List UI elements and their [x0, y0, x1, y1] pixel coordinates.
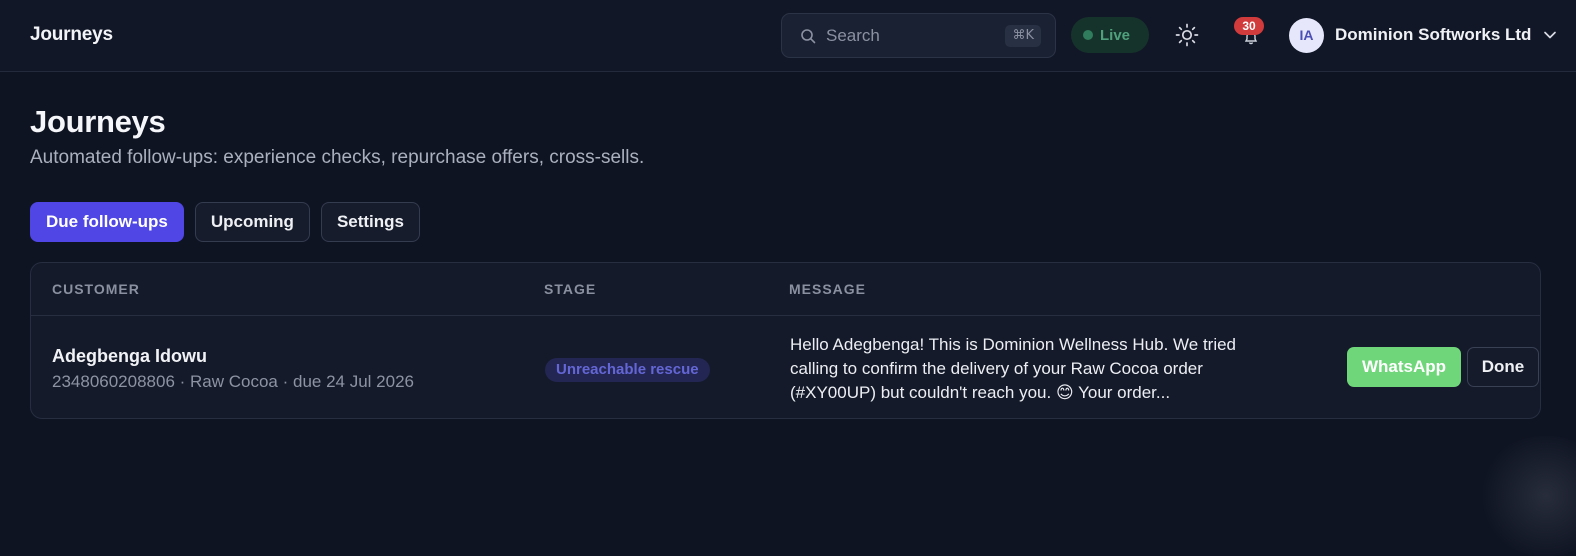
tab-due-follow-ups[interactable]: Due follow-ups [30, 202, 184, 242]
search-input[interactable] [826, 24, 986, 48]
brand-title[interactable]: Journeys [30, 24, 113, 46]
page-title: Journeys [30, 104, 165, 140]
column-header-stage: STAGE [544, 281, 596, 297]
column-header-message: MESSAGE [789, 281, 866, 297]
search-icon [800, 28, 816, 44]
whatsapp-button[interactable]: WhatsApp [1347, 347, 1461, 387]
message-preview: Hello Adegbenga! This is Dominion Wellne… [790, 333, 1260, 405]
follow-ups-table: CUSTOMER STAGE MESSAGE Adegbenga Idowu 2… [30, 262, 1541, 419]
corner-glow [1476, 436, 1576, 556]
tab-bar: Due follow-ups Upcoming Settings [30, 202, 420, 242]
account-menu[interactable]: IA Dominion Softworks Ltd [1289, 17, 1557, 53]
sun-icon[interactable] [1175, 23, 1199, 47]
stage-badge: Unreachable rescue [545, 358, 710, 382]
customer-meta: 2348060208806 · Raw Cocoa · due 24 Jul 2… [52, 372, 414, 392]
live-dot-icon [1083, 30, 1093, 40]
search-shortcut-hint: ⌘K [1005, 25, 1041, 47]
top-bar: Journeys ⌘K Live 30 IA [0, 0, 1576, 72]
notifications-button[interactable]: 30 [1234, 17, 1268, 51]
table-header: CUSTOMER STAGE MESSAGE [31, 263, 1540, 316]
page-subtitle: Automated follow-ups: experience checks,… [30, 147, 644, 169]
live-status-badge[interactable]: Live [1071, 17, 1149, 53]
customer-name: Adegbenga Idowu [52, 346, 207, 367]
notification-count-badge: 30 [1234, 17, 1264, 35]
avatar: IA [1289, 18, 1324, 53]
account-name: Dominion Softworks Ltd [1335, 25, 1531, 45]
search-box[interactable]: ⌘K [781, 13, 1056, 58]
done-button[interactable]: Done [1467, 347, 1539, 387]
column-header-customer: CUSTOMER [52, 281, 140, 297]
tab-upcoming[interactable]: Upcoming [195, 202, 310, 242]
table-row: Adegbenga Idowu 2348060208806 · Raw Coco… [31, 316, 1540, 419]
tab-settings[interactable]: Settings [321, 202, 420, 242]
live-label: Live [1100, 27, 1130, 44]
chevron-down-icon [1543, 28, 1557, 42]
